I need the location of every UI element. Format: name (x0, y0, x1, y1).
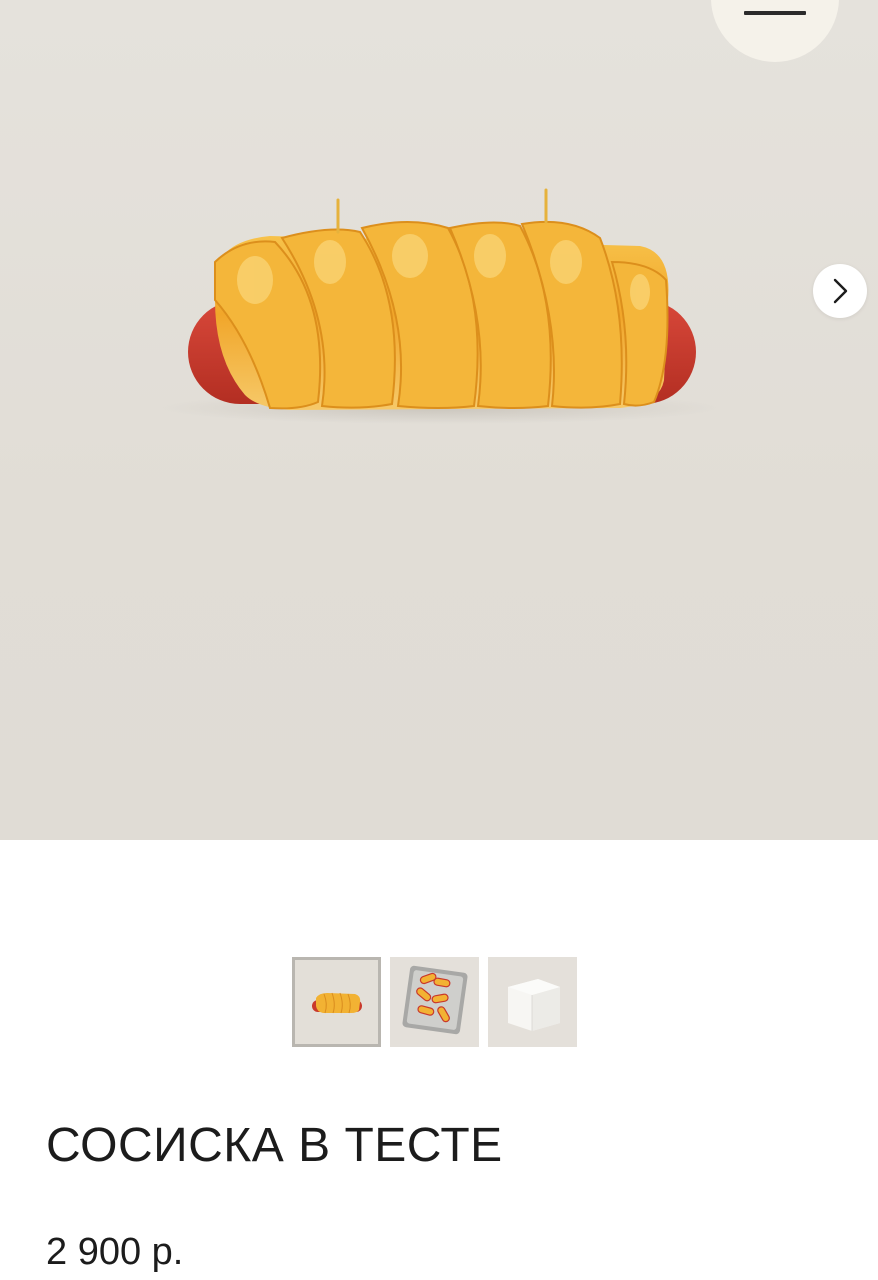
product-gallery[interactable] (0, 0, 878, 840)
chevron-right-icon (833, 278, 848, 304)
product-price: 2 900 р. (46, 1231, 184, 1273)
sausage-roll-thumbnail-image (295, 960, 378, 1044)
baking-tray-thumbnail-image (390, 957, 479, 1047)
thumbnail-baking-tray[interactable] (390, 957, 479, 1047)
product-page: СОСИСКА В ТЕСТЕ 2 900 р. (0, 0, 878, 1280)
gallery-next-button[interactable] (813, 264, 867, 318)
thumbnail-gift-box[interactable] (488, 957, 577, 1047)
main-product-photo (160, 188, 720, 424)
hamburger-menu-icon (744, 11, 806, 15)
thumbnail-strip (292, 957, 577, 1047)
product-title: СОСИСКА В ТЕСТЕ (46, 1119, 503, 1172)
thumbnail-sausage-roll[interactable] (292, 957, 381, 1047)
gift-box-thumbnail-image (488, 957, 577, 1047)
